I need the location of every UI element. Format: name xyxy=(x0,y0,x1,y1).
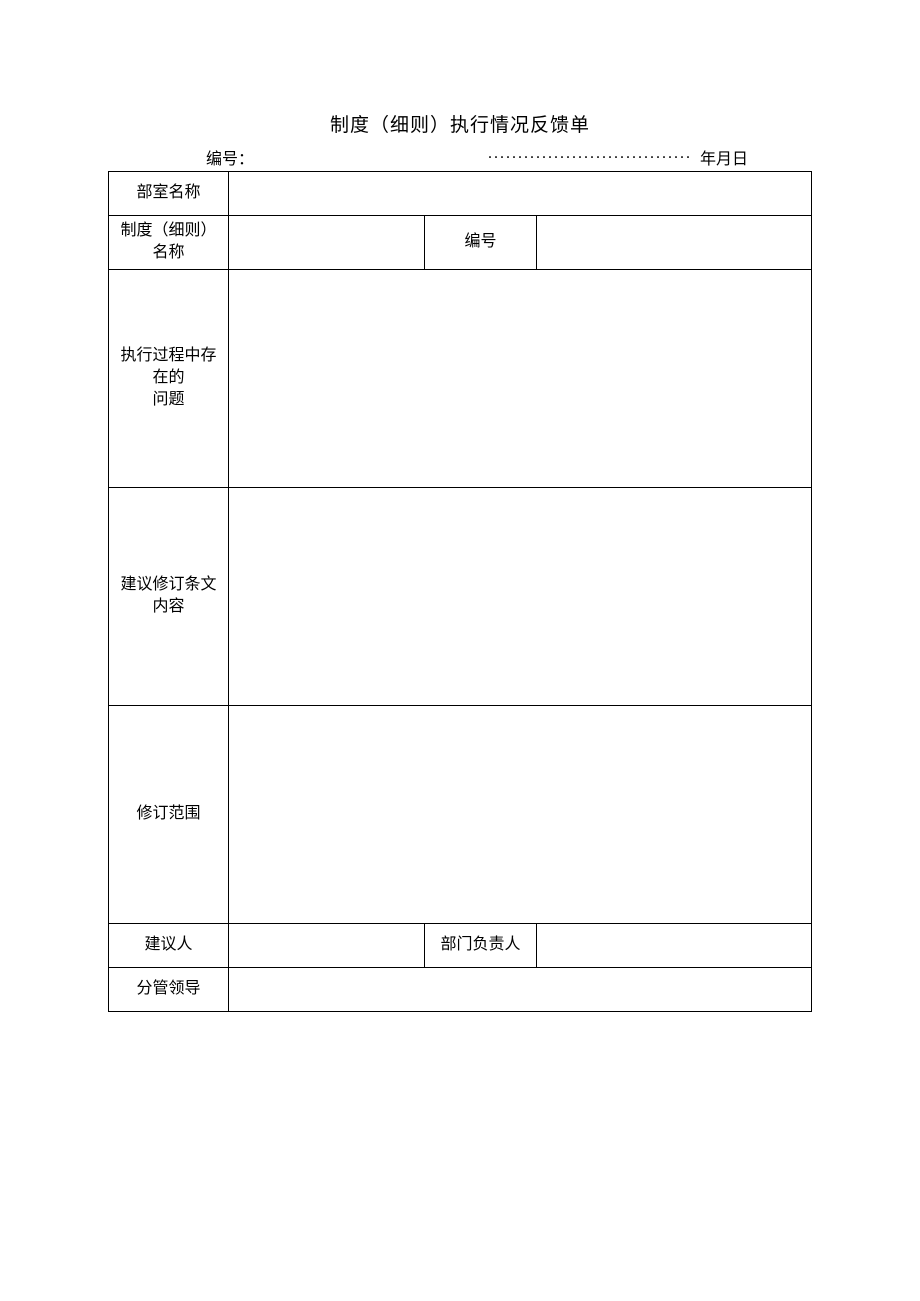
value-rule-name[interactable] xyxy=(229,216,425,270)
label-dept-head: 部门负责人 xyxy=(425,923,537,967)
label-rule-name: 制度（细则）名称 xyxy=(109,216,229,270)
label-scope: 修订范围 xyxy=(109,705,229,923)
label-issues-line1: 执行过程中存在的 xyxy=(120,347,216,386)
row-suggestion: 建议修订条文内容 xyxy=(109,487,812,705)
label-issues-line2: 问题 xyxy=(152,391,184,408)
feedback-table: 部室名称 制度（细则）名称 编号 执行过程中存在的 问题 建议修订条文内容 修订… xyxy=(108,171,812,1012)
label-rule-number: 编号 xyxy=(425,216,537,270)
row-proposer: 建议人 部门负责人 xyxy=(109,923,812,967)
row-dept-name: 部室名称 xyxy=(109,172,812,216)
value-dept-name[interactable] xyxy=(229,172,812,216)
row-scope: 修订范围 xyxy=(109,705,812,923)
value-suggestion[interactable] xyxy=(229,487,812,705)
form-title: 制度（细则）执行情况反馈单 xyxy=(108,110,812,137)
value-dept-head[interactable] xyxy=(537,923,812,967)
label-suggestion: 建议修订条文内容 xyxy=(109,487,229,705)
value-rule-number[interactable] xyxy=(537,216,812,270)
row-rule-name: 制度（细则）名称 编号 xyxy=(109,216,812,270)
meta-row: 编号： .................................. 年… xyxy=(108,145,812,169)
label-issues: 执行过程中存在的 问题 xyxy=(109,269,229,487)
value-scope[interactable] xyxy=(229,705,812,923)
value-issues[interactable] xyxy=(229,269,812,487)
value-proposer[interactable] xyxy=(229,923,425,967)
label-dept-name: 部室名称 xyxy=(109,172,229,216)
meta-dots: .................................. xyxy=(258,145,700,169)
value-leader[interactable] xyxy=(229,967,812,1011)
row-issues: 执行过程中存在的 问题 xyxy=(109,269,812,487)
label-proposer: 建议人 xyxy=(109,923,229,967)
row-leader: 分管领导 xyxy=(109,967,812,1011)
meta-date-suffix: 年月日 xyxy=(700,145,810,169)
meta-number-label: 编号： xyxy=(110,145,258,169)
label-leader: 分管领导 xyxy=(109,967,229,1011)
